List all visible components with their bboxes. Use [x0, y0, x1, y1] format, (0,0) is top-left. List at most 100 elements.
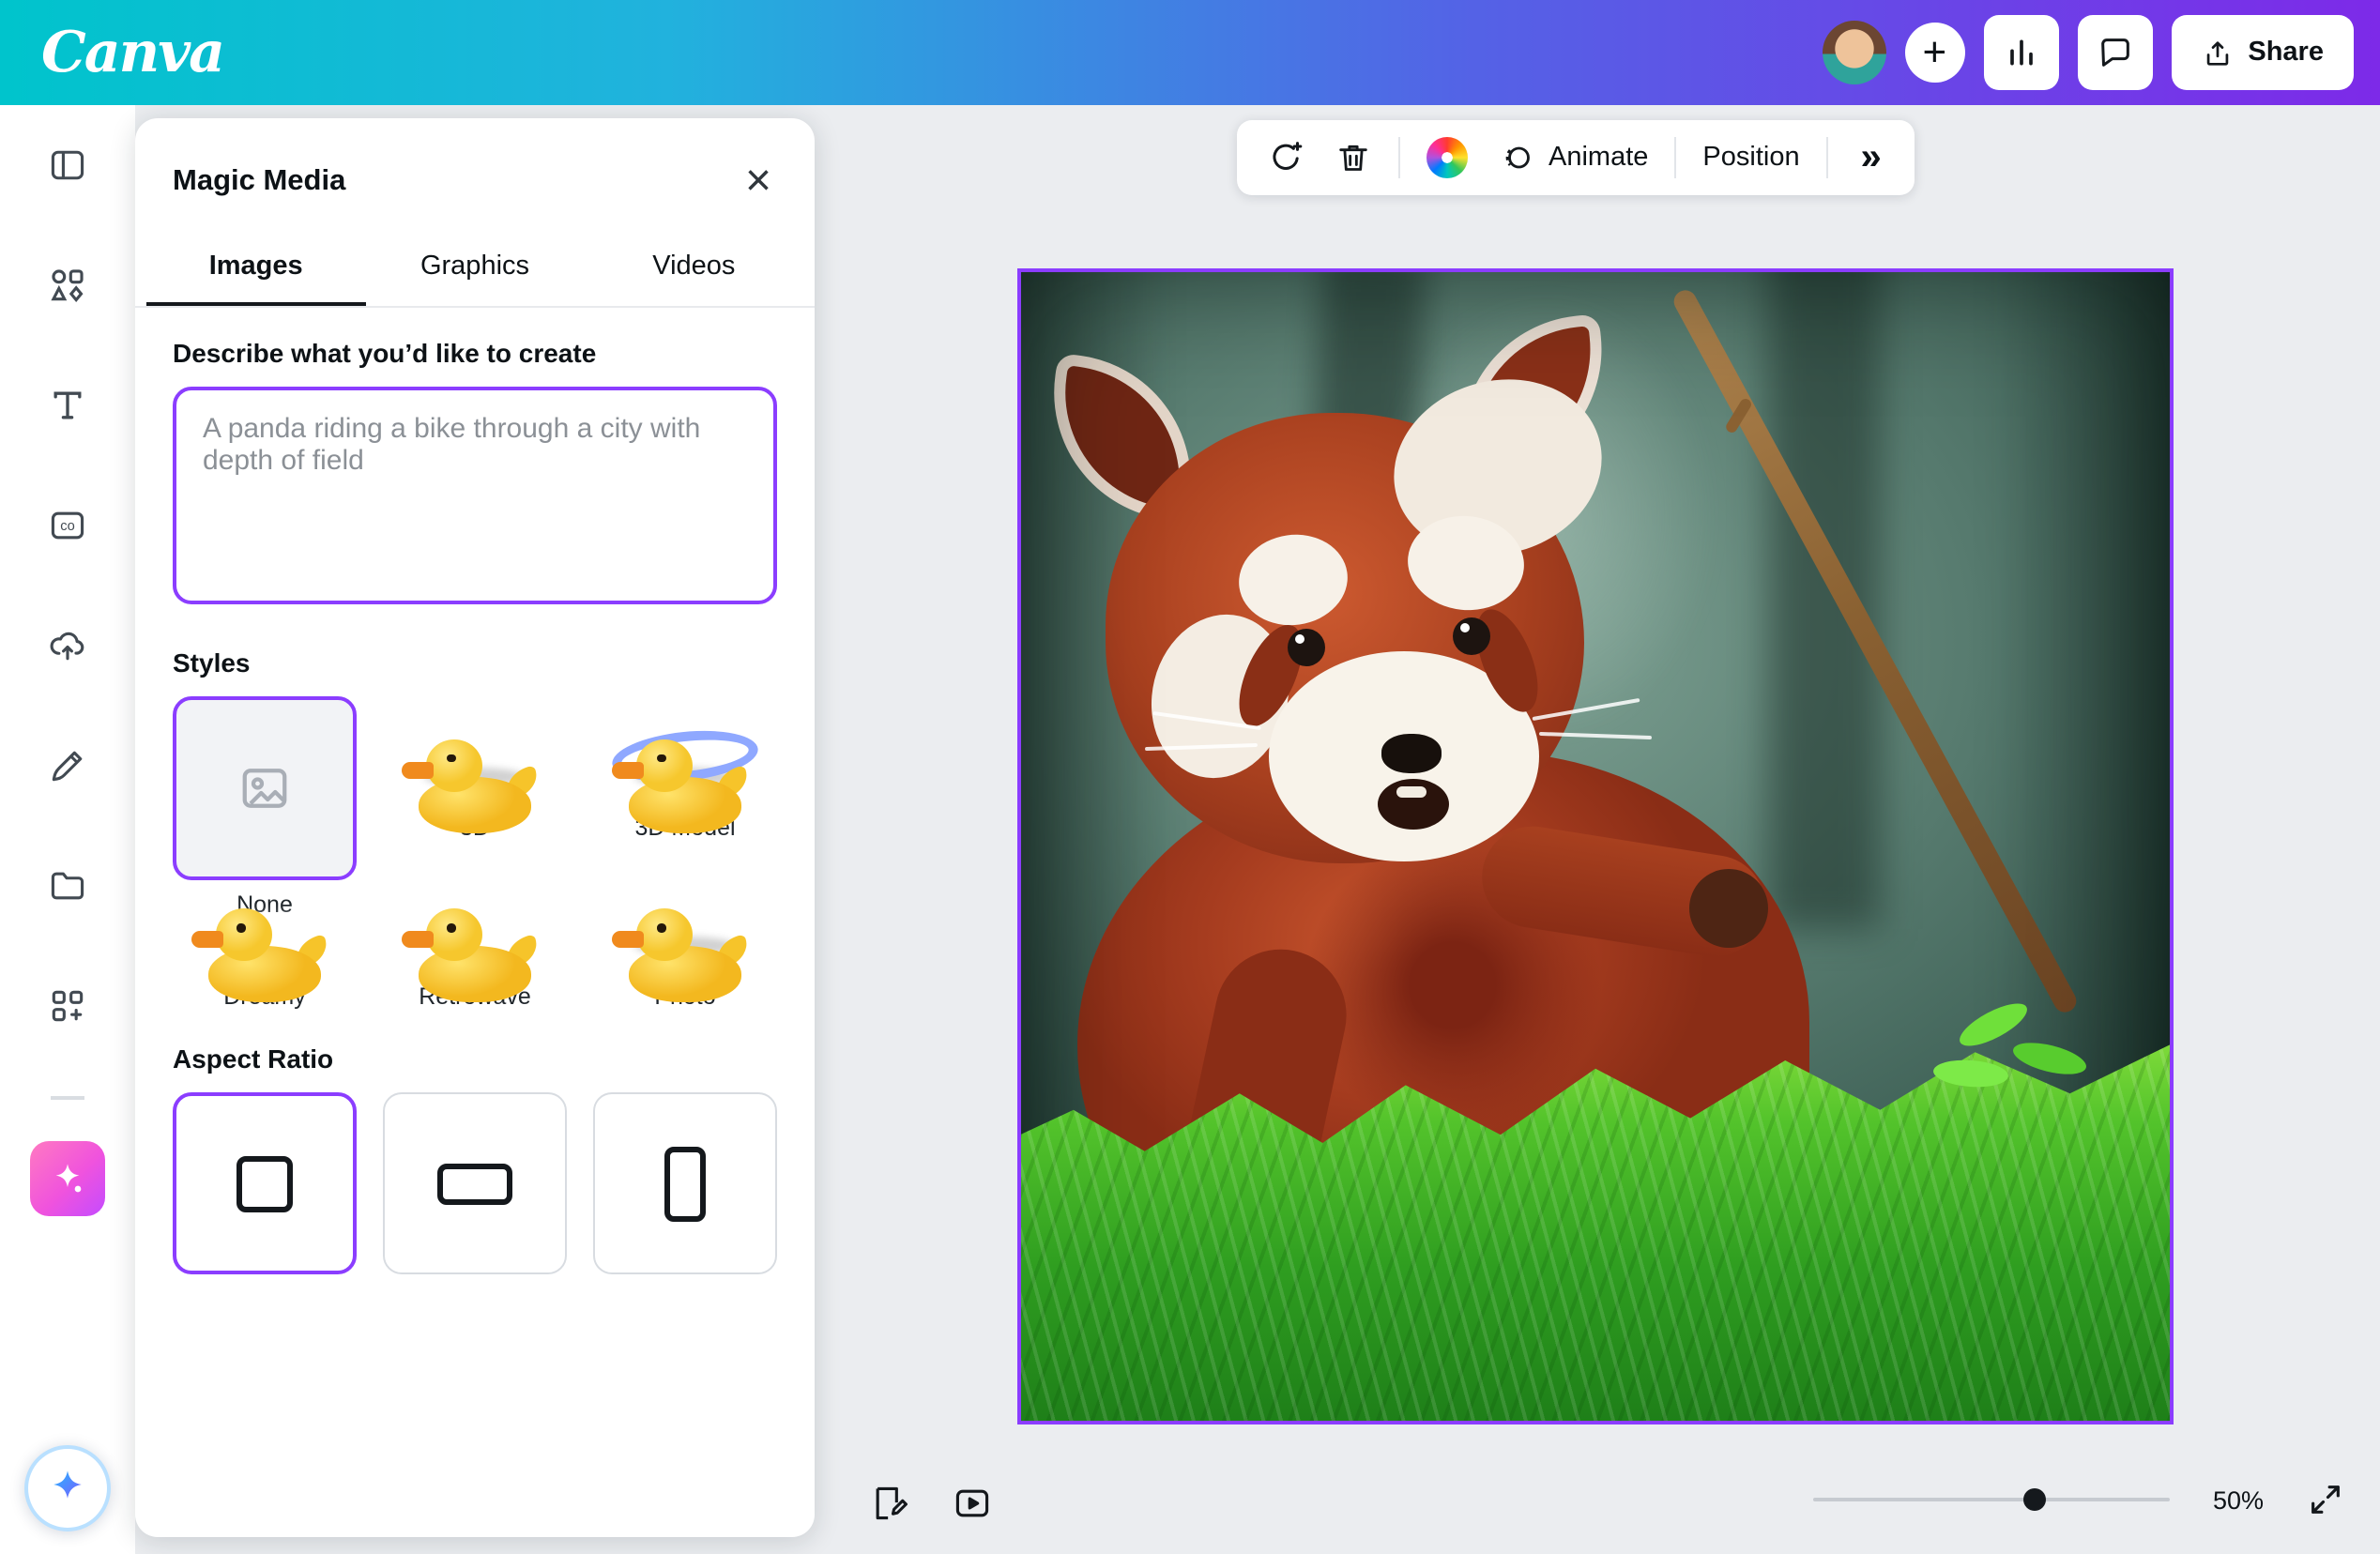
canva-assistant-button[interactable] [24, 1445, 111, 1531]
elements-icon [47, 265, 88, 306]
play-icon [952, 1483, 993, 1524]
bar-chart-icon [2002, 34, 2039, 71]
comments-button[interactable] [2077, 15, 2152, 90]
sidebar-item-apps[interactable] [30, 968, 105, 1044]
color-button[interactable] [1411, 128, 1483, 188]
user-avatar[interactable] [1822, 21, 1885, 84]
apps-grid-icon [47, 985, 88, 1027]
animate-button[interactable]: Animate [1483, 128, 1663, 188]
style-option-dreamy[interactable]: Dreamy [173, 944, 357, 1010]
aspect-option-landscape[interactable] [383, 1092, 567, 1274]
magic-media-icon [49, 1160, 86, 1197]
insights-button[interactable] [1983, 15, 2058, 90]
style-thumb-3d [473, 772, 477, 804]
plus-icon: + [1923, 32, 1947, 73]
color-wheel-icon [1426, 137, 1468, 178]
more-tools-button[interactable]: » [1839, 128, 1899, 188]
styles-label: Styles [173, 648, 777, 678]
square-ratio-icon [236, 1155, 293, 1211]
pen-icon [47, 745, 88, 786]
app-window: Canva + Share [0, 0, 2380, 1554]
sidebar-item-projects[interactable] [30, 848, 105, 923]
assistant-sparkle-icon [45, 1466, 90, 1511]
animate-icon [1498, 139, 1535, 176]
folder-icon [47, 865, 88, 906]
describe-label: Describe what you’d like to create [173, 338, 777, 368]
styles-grid: None 3D 3D Model [173, 696, 777, 1010]
zoom-slider[interactable] [1813, 1486, 2170, 1513]
share-label: Share [2248, 38, 2324, 68]
style-option-retrowave[interactable]: Retrowave [383, 944, 567, 1010]
brand-icon: co [47, 505, 88, 546]
panel-body: Describe what you’d like to create Style… [135, 308, 815, 1537]
topbar-actions: + Share [1822, 15, 2354, 90]
design-icon [47, 145, 88, 186]
panel-header: Magic Media × [135, 118, 815, 231]
animate-label: Animate [1549, 143, 1648, 173]
close-panel-button[interactable]: × [728, 152, 788, 212]
selected-image-frame [1017, 268, 2174, 1424]
top-bar: Canva + Share [0, 0, 2380, 105]
cloud-upload-icon [47, 625, 88, 666]
notes-button[interactable] [858, 1471, 922, 1535]
style-option-none[interactable]: None [173, 696, 357, 918]
style-thumb-3d-model [683, 772, 687, 804]
panel-title: Magic Media [173, 165, 345, 199]
zoom-slider-track [1813, 1498, 2170, 1501]
page-tools [858, 1471, 1004, 1535]
object-toolbar: Animate Position » [1237, 120, 1915, 195]
image-placeholder-icon [236, 760, 293, 816]
chevron-double-right-icon: » [1860, 136, 1877, 179]
zoom-controls: 50% [1813, 1468, 2357, 1531]
position-button[interactable]: Position [1687, 128, 1814, 188]
rail-divider [51, 1096, 84, 1100]
trash-icon [1335, 139, 1372, 176]
prompt-input[interactable] [173, 387, 777, 604]
notes-icon [869, 1483, 910, 1524]
generated-image[interactable] [1021, 272, 2170, 1421]
tab-images[interactable]: Images [146, 231, 365, 306]
delete-button[interactable] [1320, 128, 1387, 188]
present-button[interactable] [940, 1471, 1004, 1535]
aspect-ratio-grid [173, 1092, 777, 1274]
fullscreen-button[interactable] [2294, 1468, 2357, 1531]
position-label: Position [1702, 143, 1799, 173]
share-upload-icon [2201, 37, 2233, 69]
aspect-option-square[interactable] [173, 1092, 357, 1274]
sidebar-item-magic-media[interactable] [30, 1141, 105, 1216]
toolbar-divider [1826, 137, 1828, 178]
left-toolbar: co [0, 105, 135, 1554]
style-thumb-photo [683, 942, 687, 974]
aspect-option-portrait[interactable] [593, 1092, 777, 1274]
style-thumb-retrowave [473, 942, 477, 974]
add-member-button[interactable]: + [1904, 23, 1964, 83]
panel-tabs: Images Graphics Videos [135, 231, 815, 308]
aspect-ratio-label: Aspect Ratio [173, 1044, 777, 1074]
tab-videos[interactable]: Videos [585, 231, 803, 306]
share-button[interactable]: Share [2171, 15, 2354, 90]
close-icon: × [745, 156, 771, 206]
style-thumb-dreamy [263, 942, 267, 974]
sidebar-item-text[interactable] [30, 368, 105, 443]
magic-media-panel: Magic Media × Images Graphics Videos Des… [135, 118, 815, 1537]
sidebar-item-draw[interactable] [30, 728, 105, 803]
sidebar-item-brand[interactable]: co [30, 488, 105, 563]
style-option-3d-model[interactable]: 3D Model [593, 696, 777, 918]
zoom-level: 50% [2200, 1485, 2264, 1514]
canva-logo[interactable]: Canva [41, 20, 223, 85]
sidebar-item-uploads[interactable] [30, 608, 105, 683]
portrait-ratio-icon [664, 1146, 706, 1221]
toolbar-divider [1674, 137, 1676, 178]
regenerate-button[interactable] [1252, 128, 1320, 188]
style-option-3d[interactable]: 3D [383, 696, 567, 918]
toolbar-divider [1398, 137, 1400, 178]
sidebar-item-elements[interactable] [30, 248, 105, 323]
sidebar-item-design[interactable] [30, 128, 105, 203]
expand-icon [2307, 1481, 2344, 1518]
zoom-slider-knob[interactable] [2023, 1488, 2046, 1511]
regenerate-icon [1267, 139, 1304, 176]
landscape-ratio-icon [437, 1163, 512, 1204]
tab-graphics[interactable]: Graphics [365, 231, 584, 306]
style-option-photo[interactable]: Photo [593, 944, 777, 1010]
svg-text:co: co [60, 519, 74, 534]
